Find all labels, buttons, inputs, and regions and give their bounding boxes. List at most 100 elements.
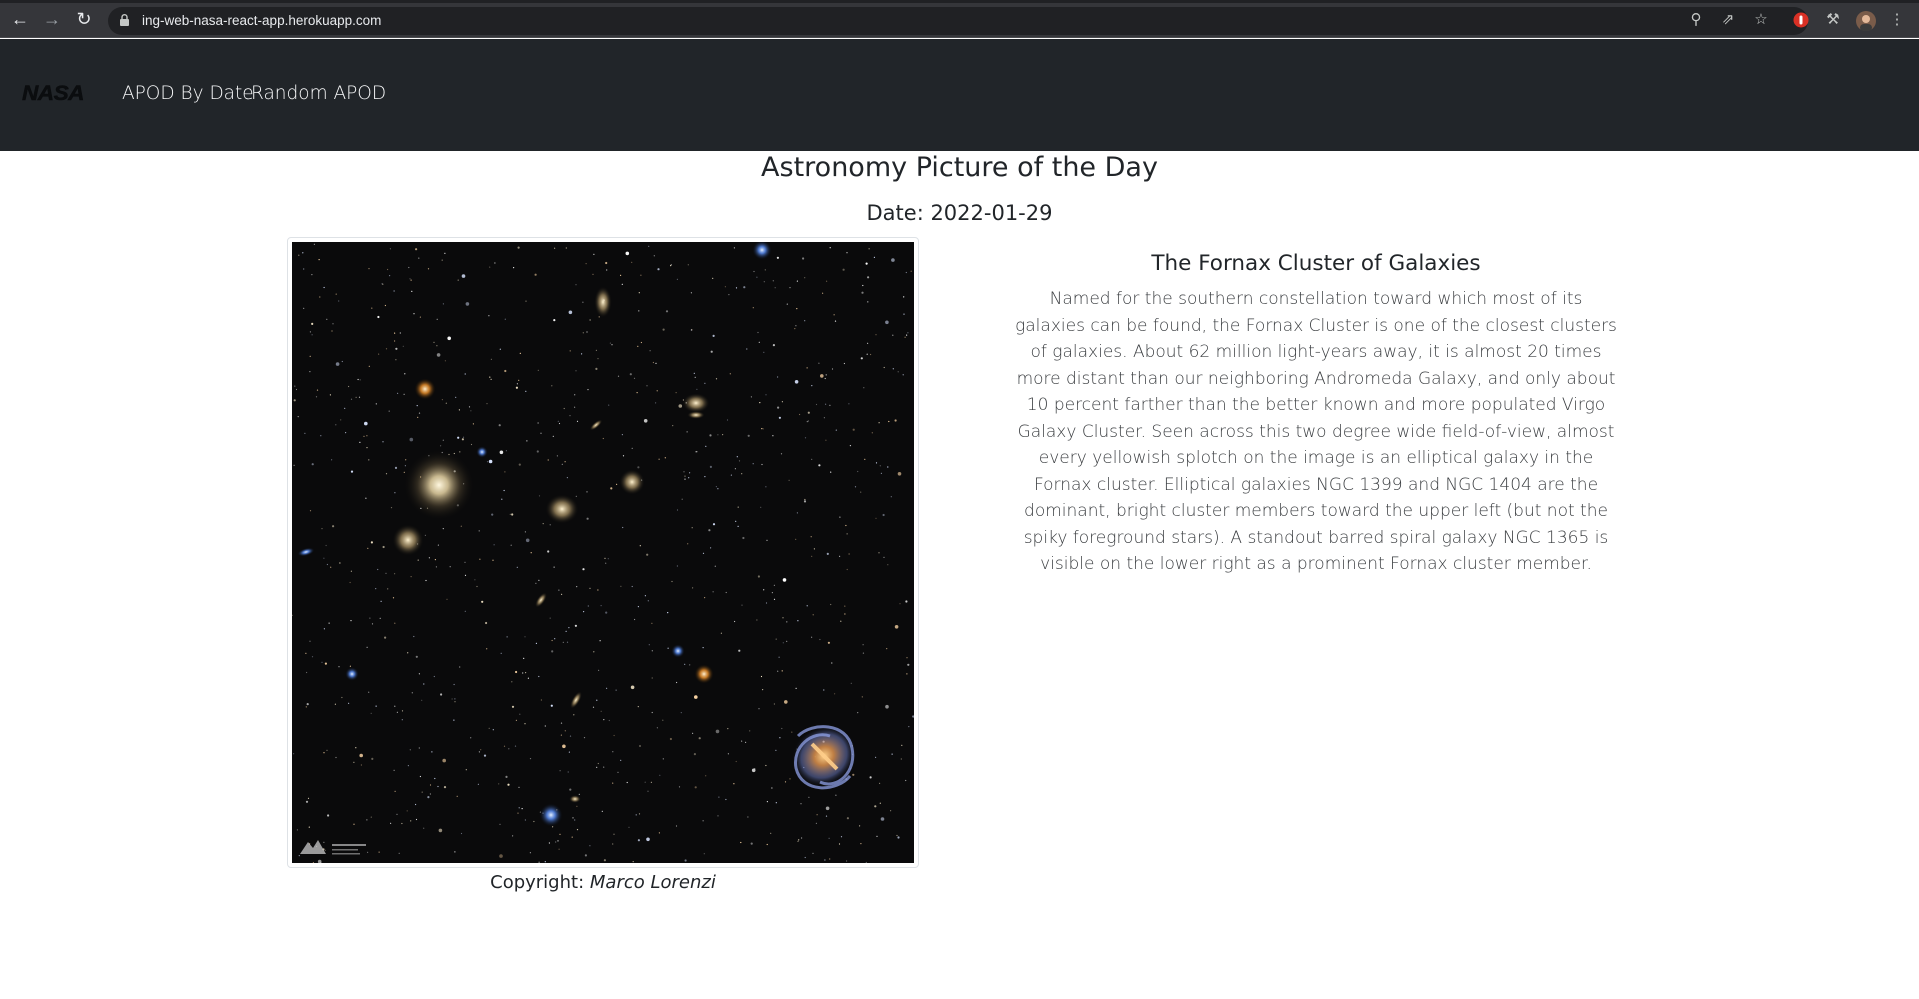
star — [818, 464, 821, 467]
galaxy-ngc1404 — [545, 494, 579, 524]
star — [819, 638, 821, 641]
star — [311, 322, 314, 325]
star — [613, 734, 615, 737]
share-icon[interactable]: ⇗ — [1719, 11, 1737, 29]
star — [371, 307, 373, 309]
star — [379, 617, 381, 619]
star — [684, 478, 686, 480]
star — [876, 835, 878, 838]
star — [907, 332, 909, 334]
star — [375, 705, 377, 707]
nasa-logo[interactable]: NASA — [22, 83, 86, 103]
star — [416, 405, 418, 407]
star — [511, 681, 513, 683]
avatar[interactable] — [1856, 11, 1876, 31]
star — [556, 455, 558, 457]
star — [611, 344, 613, 346]
star — [345, 432, 347, 434]
arrow-left-icon[interactable]: ← — [10, 9, 30, 29]
star — [464, 610, 466, 612]
star — [885, 320, 889, 325]
star — [766, 843, 768, 846]
star — [592, 273, 594, 275]
star — [454, 851, 456, 853]
nav-link-random-apod[interactable]: Random APOD — [251, 83, 386, 104]
star — [640, 274, 642, 276]
star — [465, 302, 470, 306]
star — [309, 371, 311, 373]
star — [544, 725, 546, 727]
star — [428, 557, 430, 559]
star — [366, 646, 368, 648]
star — [294, 385, 296, 387]
star — [756, 619, 758, 621]
star — [910, 270, 912, 272]
apod-image[interactable] — [292, 242, 914, 863]
star — [305, 706, 307, 708]
zoom-icon[interactable]: ⚲ — [1687, 11, 1705, 29]
star — [737, 525, 739, 527]
star — [846, 568, 848, 571]
star — [775, 638, 777, 640]
star — [797, 620, 799, 622]
galaxy — [392, 524, 424, 556]
star — [366, 819, 368, 821]
star — [345, 667, 359, 681]
star — [565, 630, 567, 632]
star-icon[interactable]: ☆ — [1752, 11, 1770, 29]
star — [848, 553, 850, 555]
star — [665, 310, 669, 313]
star — [341, 696, 343, 699]
star — [675, 392, 677, 394]
star — [608, 404, 610, 406]
star — [297, 416, 299, 418]
star — [586, 517, 589, 520]
star — [789, 287, 791, 289]
star — [501, 498, 503, 500]
reload-icon[interactable]: ↻ — [74, 9, 94, 29]
star — [494, 262, 496, 264]
star — [870, 353, 872, 356]
star — [309, 355, 311, 357]
star — [675, 825, 678, 827]
extension-shield-icon[interactable] — [1792, 11, 1810, 29]
star — [778, 416, 781, 419]
star — [509, 513, 511, 515]
star — [349, 665, 351, 667]
arrow-right-icon[interactable]: → — [42, 9, 62, 29]
star — [631, 261, 633, 263]
star — [441, 399, 443, 401]
star — [846, 533, 848, 535]
star — [806, 605, 808, 607]
star — [437, 544, 439, 546]
star — [564, 461, 566, 463]
star — [712, 334, 715, 337]
kebab-menu-icon[interactable]: ⋮ — [1888, 11, 1906, 29]
address-url[interactable]: ing-web-nasa-react-app.herokuapp.com — [142, 13, 381, 28]
star — [860, 843, 862, 845]
star — [638, 813, 641, 815]
nav-link-apod-by-date[interactable]: APOD By Date — [122, 83, 254, 104]
star — [777, 376, 779, 378]
star — [324, 849, 326, 852]
star — [875, 756, 877, 759]
star — [409, 749, 411, 751]
star — [808, 796, 810, 798]
star — [807, 411, 810, 414]
star — [415, 803, 417, 806]
star — [605, 261, 608, 265]
star — [761, 463, 763, 466]
star — [504, 318, 506, 320]
star — [490, 378, 492, 380]
page-title: Astronomy Picture of the Day — [761, 152, 1158, 183]
star — [886, 648, 888, 650]
star — [636, 392, 638, 394]
star — [828, 837, 830, 839]
puzzle-icon[interactable]: ⚒ — [1824, 11, 1842, 29]
star — [576, 586, 578, 588]
star — [493, 544, 495, 546]
star — [638, 310, 640, 312]
star — [883, 366, 885, 369]
star — [418, 257, 420, 259]
star — [596, 766, 598, 769]
